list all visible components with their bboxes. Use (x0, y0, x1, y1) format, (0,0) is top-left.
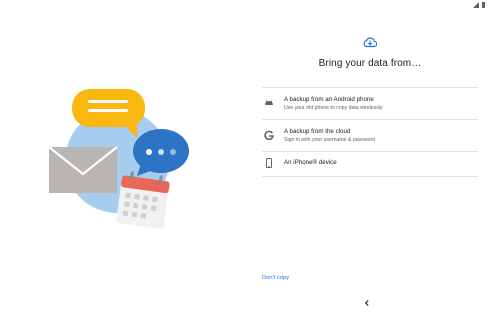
data-transfer-illustration (45, 84, 200, 234)
back-chevron-icon[interactable] (362, 298, 372, 308)
envelope-icon (48, 146, 118, 193)
blue-chat-bubble-icon (133, 129, 189, 176)
signal-icon (473, 2, 479, 8)
phone-icon (266, 158, 272, 168)
android-icon (265, 100, 273, 105)
dont-copy-button[interactable]: Don't copy (262, 275, 289, 281)
option-subtitle: Use your old phone to copy data wireless… (284, 105, 383, 111)
divider (262, 176, 478, 177)
option-cloud-backup[interactable]: A backup from the cloud Sign in with you… (262, 120, 478, 151)
status-bar (449, 0, 489, 10)
battery-icon (482, 2, 485, 8)
option-android-backup[interactable]: A backup from an Android phone Use your … (262, 88, 478, 119)
option-title: An iPhone® device (284, 159, 337, 166)
option-title: A backup from an Android phone (284, 96, 374, 103)
option-title: A backup from the cloud (284, 128, 351, 135)
google-g-icon (264, 130, 274, 140)
option-iphone-device[interactable]: An iPhone® device (262, 152, 478, 176)
page-title: Bring your data from… (318, 58, 422, 69)
cloud-download-icon (363, 37, 377, 48)
option-subtitle: Sign in with your username & password (284, 137, 376, 143)
